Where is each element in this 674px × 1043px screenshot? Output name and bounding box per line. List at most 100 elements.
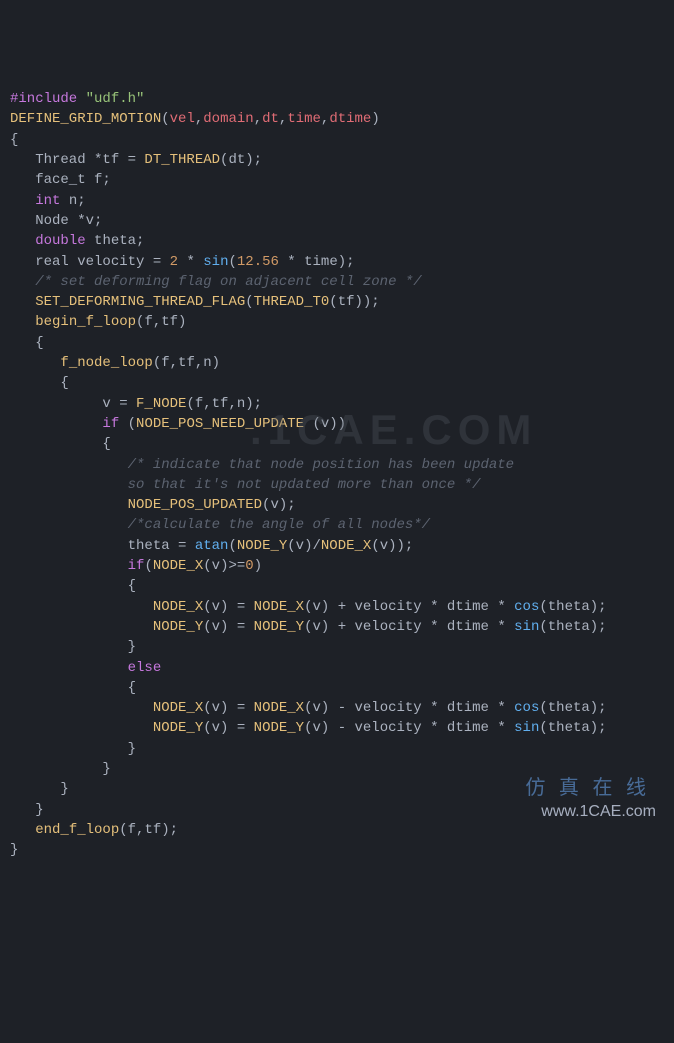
token-punc: theta = [10, 538, 195, 554]
token-punc: { [10, 578, 136, 594]
code-line: /*calculate the angle of all nodes*/ [10, 515, 664, 535]
token-fn: SET_DEFORMING_THREAD_FLAG [35, 294, 245, 310]
token-punc: (v) - velocity * dtime * [304, 700, 514, 716]
token-punc: (v)>= [203, 558, 245, 574]
token-punc: (v) - velocity * dtime * [304, 720, 514, 736]
code-line: /* set deforming flag on adjacent cell z… [10, 272, 664, 292]
token-fn: NODE_Y [254, 720, 304, 736]
token-punc [10, 294, 35, 310]
token-punc [10, 822, 35, 838]
token-punc: (v)/ [287, 538, 321, 554]
token-punc: n; [60, 193, 85, 209]
token-punc: ) [371, 111, 379, 127]
token-punc [10, 355, 60, 371]
code-line: end_f_loop(f,tf); [10, 820, 664, 840]
code-line: Node *v; [10, 211, 664, 231]
token-comment: /*calculate the angle of all nodes*/ [128, 517, 430, 533]
code-line: real velocity = 2 * sin(12.56 * time); [10, 252, 664, 272]
token-kw: else [128, 660, 162, 676]
token-fn: NODE_POS_UPDATED [128, 497, 262, 513]
token-punc: (f,tf,n); [186, 396, 262, 412]
token-kw: #include [10, 91, 77, 107]
token-punc: { [10, 375, 69, 391]
code-line: } [10, 637, 664, 657]
token-punc: * [178, 254, 203, 270]
token-punc: } [10, 802, 44, 818]
token-fn: end_f_loop [35, 822, 119, 838]
code-line: f_node_loop(f,tf,n) [10, 353, 664, 373]
token-punc: (v)) [304, 416, 346, 432]
code-line: if (NODE_POS_NEED_UPDATE (v)) [10, 414, 664, 434]
token-fn: NODE_Y [237, 538, 287, 554]
token-punc: * time); [279, 254, 355, 270]
code-line: { [10, 678, 664, 698]
token-punc [10, 314, 35, 330]
token-kw: if [128, 558, 145, 574]
token-punc: (f,tf,n) [153, 355, 220, 371]
token-comment: /* set deforming flag on adjacent cell z… [35, 274, 421, 290]
code-line: { [10, 333, 664, 353]
token-punc [10, 193, 35, 209]
token-fn2: sin [203, 254, 228, 270]
code-line: NODE_Y(v) = NODE_Y(v) + velocity * dtime… [10, 617, 664, 637]
token-param: dtime [329, 111, 371, 127]
token-punc: ) [254, 558, 262, 574]
token-fn: begin_f_loop [35, 314, 136, 330]
token-punc: theta; [86, 233, 145, 249]
code-line: { [10, 576, 664, 596]
token-punc: { [10, 132, 18, 148]
token-punc: , [195, 111, 203, 127]
token-punc: } [10, 781, 69, 797]
token-fn: NODE_X [153, 700, 203, 716]
code-line: begin_f_loop(f,tf) [10, 312, 664, 332]
token-fn: NODE_Y [153, 619, 203, 635]
code-line: /* indicate that node position has been … [10, 455, 664, 475]
token-punc: ( [119, 416, 136, 432]
token-kw: if [102, 416, 119, 432]
token-punc: ( [245, 294, 253, 310]
token-punc: ( [161, 111, 169, 127]
token-punc [77, 91, 85, 107]
token-num: 2 [170, 254, 178, 270]
token-punc: (f,tf) [136, 314, 186, 330]
token-punc: (v) = [203, 700, 253, 716]
token-punc: real velocity = [10, 254, 170, 270]
token-punc: Node *v; [10, 213, 102, 229]
token-fn: NODE_POS_NEED_UPDATE [136, 416, 304, 432]
token-punc: (v); [262, 497, 296, 513]
token-punc: { [10, 680, 136, 696]
token-punc: v = [10, 396, 136, 412]
code-line: NODE_X(v) = NODE_X(v) - velocity * dtime… [10, 698, 664, 718]
token-num: 12.56 [237, 254, 279, 270]
code-line: v = F_NODE(f,tf,n); [10, 394, 664, 414]
token-punc [10, 700, 153, 716]
token-punc [10, 599, 153, 615]
token-punc [10, 457, 128, 473]
code-line: } [10, 739, 664, 759]
token-fn2: sin [514, 619, 539, 635]
code-line: } [10, 840, 664, 860]
token-punc: (dt); [220, 152, 262, 168]
token-punc: (theta); [539, 599, 606, 615]
token-punc [10, 720, 153, 736]
code-line: Thread *tf = DT_THREAD(dt); [10, 150, 664, 170]
token-param: vel [170, 111, 195, 127]
token-fn: NODE_X [321, 538, 371, 554]
token-punc: (theta); [539, 720, 606, 736]
token-param: dt [262, 111, 279, 127]
token-punc: ( [144, 558, 152, 574]
token-punc: ( [228, 538, 236, 554]
code-block: #include "udf.h"DEFINE_GRID_MOTION(vel,d… [10, 89, 664, 860]
token-punc [10, 497, 128, 513]
token-fn: NODE_Y [153, 720, 203, 736]
token-punc: (tf)); [329, 294, 379, 310]
code-line: NODE_X(v) = NODE_X(v) + velocity * dtime… [10, 597, 664, 617]
token-punc: (v) = [203, 619, 253, 635]
token-punc [10, 233, 35, 249]
token-punc: } [10, 639, 136, 655]
token-punc [10, 416, 102, 432]
token-fn2: cos [514, 599, 539, 615]
token-punc [10, 517, 128, 533]
token-fn: f_node_loop [60, 355, 152, 371]
token-num: 0 [245, 558, 253, 574]
